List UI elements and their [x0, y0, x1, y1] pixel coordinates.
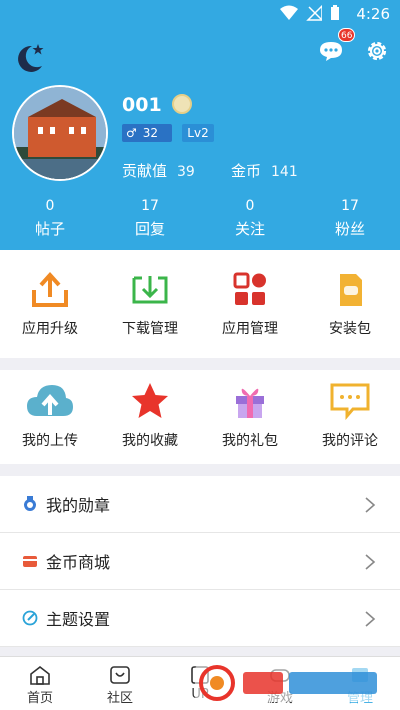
- coins-value: 141: [271, 164, 298, 180]
- download-tray-icon: [132, 276, 168, 304]
- install-package-button[interactable]: 安装包: [300, 250, 400, 358]
- count-label: 回复: [134, 220, 165, 238]
- profile-counts: 0 帖子 17 回复 0 关注 17 粉丝: [0, 198, 400, 239]
- notification-badge: 66: [338, 28, 356, 42]
- nav-label: 游戏: [266, 691, 293, 706]
- tool-label: 我的评论: [322, 433, 378, 449]
- count-following[interactable]: 0 关注: [200, 198, 300, 239]
- community-icon: [110, 666, 130, 684]
- menu-item-medals[interactable]: 我的勋章: [0, 476, 400, 533]
- count-label: 关注: [234, 220, 265, 238]
- status-time: 4:26: [356, 5, 390, 23]
- menu-label: 金币商城: [46, 553, 111, 572]
- menu-item-theme-settings[interactable]: 主题设置: [0, 590, 400, 647]
- count-value: 0: [245, 198, 255, 214]
- app-upgrade-button[interactable]: 应用升级: [0, 250, 100, 358]
- chevron-right-icon: [365, 554, 376, 570]
- nav-label: 首页: [26, 691, 53, 706]
- count-value: 17: [341, 198, 359, 214]
- apps-grid-icon: [233, 272, 266, 305]
- male-icon: ♂: [126, 126, 137, 140]
- signal-icon: [306, 5, 322, 21]
- username: 001: [122, 94, 162, 116]
- level-badge: Lv2: [182, 124, 214, 142]
- menu-label: 我的勋章: [46, 496, 111, 515]
- chevron-right-icon: [365, 497, 376, 513]
- download-manager-button[interactable]: 下载管理: [100, 250, 200, 358]
- bottom-nav: 首页 社区 UP 游戏 管理: [0, 656, 400, 710]
- nav-label: UP: [191, 687, 209, 702]
- nav-home[interactable]: 首页: [0, 657, 80, 710]
- palette-icon: [22, 610, 38, 626]
- medal-icon: [24, 496, 36, 511]
- menu-item-coin-store[interactable]: 金币商城: [0, 533, 400, 590]
- app-tools-section: 应用升级 下载管理 应用管理 安装包: [0, 250, 400, 358]
- status-bar: 4:26: [0, 0, 400, 28]
- count-fans[interactable]: 17 粉丝: [300, 198, 400, 239]
- tool-label: 我的收藏: [122, 433, 178, 449]
- medal-icon[interactable]: [172, 94, 192, 114]
- contribution-label: 贡献值: [122, 162, 168, 180]
- menu-label: 主题设置: [46, 610, 111, 629]
- app-manager-button[interactable]: 应用管理: [200, 250, 300, 358]
- contribution-value: 39: [177, 164, 195, 180]
- count-replies[interactable]: 17 回复: [100, 198, 200, 239]
- gear-icon[interactable]: [364, 38, 390, 64]
- my-favorites-button[interactable]: 我的收藏: [100, 370, 200, 464]
- night-mode-icon[interactable]: [12, 40, 48, 76]
- nav-game[interactable]: 游戏: [240, 657, 320, 710]
- profile-header: 66 001 ♂ 32 Lv2 贡献值 39 金币 141 0 帖子 17 回复…: [0, 28, 400, 250]
- star-icon: [132, 383, 168, 418]
- tool-label: 我的礼包: [222, 433, 278, 449]
- coins-stat: 金币 141: [231, 160, 298, 181]
- my-uploads-button[interactable]: 我的上传: [0, 370, 100, 464]
- nav-label: 社区: [106, 691, 133, 706]
- message-icon[interactable]: [318, 40, 344, 62]
- nav-community[interactable]: 社区: [80, 657, 160, 710]
- my-comments-button[interactable]: 我的评论: [300, 370, 400, 464]
- comment-icon: [330, 383, 370, 420]
- cloud-upload-icon: [27, 385, 73, 416]
- tool-label: 应用管理: [222, 321, 278, 337]
- avatar[interactable]: [12, 85, 108, 181]
- nav-label: 管理: [346, 691, 373, 706]
- my-gifts-button[interactable]: 我的礼包: [200, 370, 300, 464]
- my-content-section: 我的上传 我的收藏 我的礼包 我的评论: [0, 370, 400, 464]
- battery-icon: [331, 5, 339, 20]
- avatar-image: [14, 87, 106, 179]
- upload-tray-icon: [32, 272, 68, 307]
- count-label: 粉丝: [334, 220, 365, 238]
- contribution-stat: 贡献值 39: [122, 160, 195, 181]
- status-icons: [280, 5, 340, 21]
- nav-up[interactable]: UP: [160, 657, 240, 710]
- count-posts[interactable]: 0 帖子: [0, 198, 100, 239]
- tool-label: 我的上传: [22, 433, 78, 449]
- up-icon: [191, 666, 209, 684]
- coins-label: 金币: [231, 162, 262, 180]
- game-icon: [270, 669, 290, 682]
- count-value: 17: [141, 198, 159, 214]
- gift-icon: [236, 388, 264, 418]
- wifi-icon: [280, 5, 298, 20]
- home-icon: [30, 665, 50, 685]
- tool-label: 安装包: [329, 321, 371, 337]
- chevron-right-icon: [365, 611, 376, 627]
- gender-level-value: 32: [142, 126, 159, 140]
- gender-badge: ♂ 32: [122, 124, 172, 142]
- tool-label: 下载管理: [122, 321, 178, 337]
- tool-label: 应用升级: [22, 321, 78, 337]
- manage-icon: [352, 668, 368, 682]
- nav-manage[interactable]: 管理: [320, 657, 400, 710]
- store-icon: [23, 556, 37, 567]
- apk-file-icon: [340, 274, 362, 306]
- count-value: 0: [45, 198, 55, 214]
- count-label: 帖子: [34, 220, 65, 238]
